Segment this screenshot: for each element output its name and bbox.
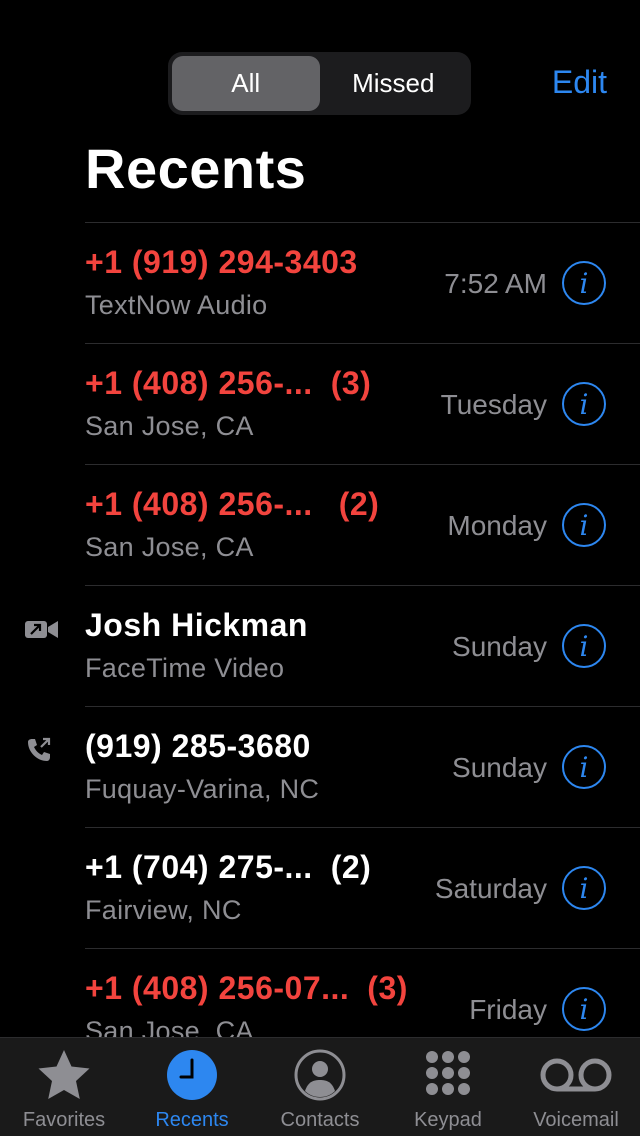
call-time: Friday xyxy=(469,994,547,1025)
caller-name: +1 (919) 294-3403 xyxy=(85,244,358,280)
call-time: Tuesday xyxy=(440,389,547,420)
outgoing-call-icon xyxy=(28,737,51,761)
info-icon[interactable]: i xyxy=(562,866,606,910)
call-subtitle: San Jose, CA xyxy=(85,411,254,441)
call-row[interactable]: +1 (408) 256-... (3) San Jose, CA Tuesday… xyxy=(0,343,640,464)
call-row[interactable]: Josh Hickman FaceTime Video Sunday i xyxy=(0,585,640,706)
call-time: Saturday xyxy=(434,873,547,904)
filter-segmented-control: All Missed xyxy=(168,52,471,115)
page-title: Recents xyxy=(85,137,307,200)
info-icon[interactable]: i xyxy=(562,261,606,305)
call-count: (2) xyxy=(330,849,372,885)
caller-name: +1 (408) 256-... (3) xyxy=(85,365,372,401)
tab-bar: Favorites Recents Contacts Keypad Voicem… xyxy=(0,1037,640,1136)
tab-label: Voicemail xyxy=(533,1109,619,1131)
caller-name: Josh Hickman xyxy=(85,607,308,643)
call-count: (2) xyxy=(338,486,380,522)
call-row[interactable]: +1 (704) 275-... (2) Fairview, NC Saturda… xyxy=(0,827,640,948)
call-row[interactable]: +1 (919) 294-3403 TextNow Audio 7:52 AM … xyxy=(0,222,640,343)
tab-recents[interactable]: Recents xyxy=(128,1038,256,1136)
call-row[interactable]: +1 (408) 256-... (2) San Jose, CA Monday … xyxy=(0,464,640,585)
call-subtitle: TextNow Audio xyxy=(85,290,268,320)
info-icon[interactable]: i xyxy=(562,503,606,547)
edit-button[interactable]: Edit xyxy=(552,64,607,101)
call-subtitle: Fuquay-Varina, NC xyxy=(85,774,320,804)
call-subtitle: FaceTime Video xyxy=(85,653,285,683)
call-time: 7:52 AM xyxy=(444,268,547,299)
call-time: Sunday xyxy=(452,631,547,662)
tab-label: Favorites xyxy=(22,1109,106,1131)
info-icon[interactable]: i xyxy=(562,382,606,426)
recents-list: +1 (919) 294-3403 TextNow Audio 7:52 AM … xyxy=(0,222,640,1069)
person-circle-icon xyxy=(294,1049,346,1101)
outgoing-video-icon xyxy=(25,621,58,638)
call-subtitle: San Jose, CA xyxy=(85,532,254,562)
keypad-icon xyxy=(426,1051,470,1095)
caller-name: +1 (408) 256-... (2) xyxy=(85,486,380,522)
clock-icon xyxy=(167,1050,217,1100)
star-icon xyxy=(38,1050,90,1099)
call-time: Sunday xyxy=(452,752,547,783)
tab-voicemail[interactable]: Voicemail xyxy=(512,1038,640,1136)
voicemail-icon xyxy=(540,1058,612,1092)
tab-contacts[interactable]: Contacts xyxy=(256,1038,384,1136)
tab-favorites[interactable]: Favorites xyxy=(0,1038,128,1136)
tab-label: Recents xyxy=(155,1109,229,1131)
call-count: (3) xyxy=(330,365,372,401)
tab-label: Contacts xyxy=(280,1109,360,1131)
tab-label: Keypad xyxy=(414,1109,482,1131)
call-subtitle: Fairview, NC xyxy=(85,895,242,925)
caller-name: +1 (408) 256-07... (3) xyxy=(85,970,408,1006)
segment-missed[interactable]: Missed xyxy=(320,56,468,111)
segment-all[interactable]: All xyxy=(172,56,320,111)
call-count: (3) xyxy=(367,970,408,1006)
tab-keypad[interactable]: Keypad xyxy=(384,1038,512,1136)
info-icon[interactable]: i xyxy=(562,745,606,789)
call-time: Monday xyxy=(447,510,547,541)
info-icon[interactable]: i xyxy=(562,987,606,1031)
info-icon[interactable]: i xyxy=(562,624,606,668)
caller-name: (919) 285-3680 xyxy=(85,728,311,764)
caller-name: +1 (704) 275-... (2) xyxy=(85,849,372,885)
call-row[interactable]: (919) 285-3680 Fuquay-Varina, NC Sunday … xyxy=(0,706,640,827)
